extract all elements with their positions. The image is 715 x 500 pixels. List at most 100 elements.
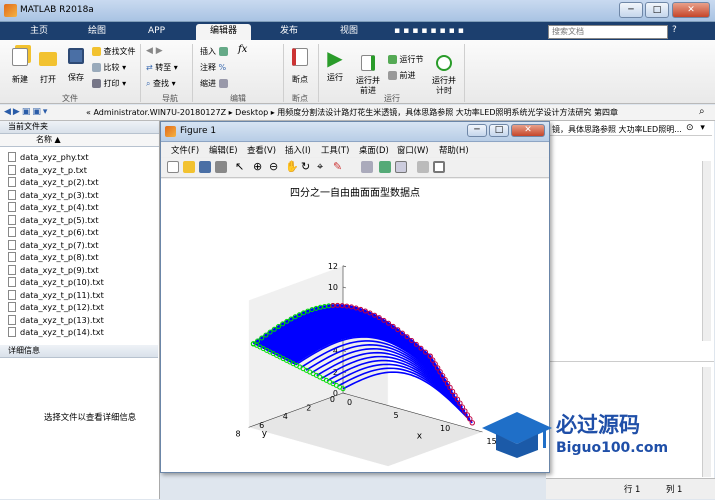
- scrollbar[interactable]: [702, 367, 711, 477]
- file-list-item[interactable]: data_xyz_t_p(7).txt: [8, 239, 99, 252]
- file-list-item[interactable]: data_xyz_t_p(13).txt: [8, 314, 104, 327]
- file-name: data_xyz_phy.txt: [20, 152, 89, 162]
- colorbar-icon[interactable]: [379, 161, 391, 173]
- pointer-icon[interactable]: ↖: [235, 160, 244, 173]
- maximize-button[interactable]: □: [645, 2, 669, 18]
- address-path[interactable]: « Administrator.WIN7U-20180127Z ▸ Deskto…: [86, 107, 686, 118]
- name-column-header[interactable]: 名称 ▲: [0, 134, 159, 147]
- text-file-icon: [8, 314, 16, 325]
- figure-title-bar[interactable]: Figure 1 ─ □ ✕: [161, 122, 549, 142]
- file-name: data_xyz_t_p(12).txt: [20, 302, 104, 312]
- file-list-item[interactable]: data_xyz_t_p(14).txt: [8, 326, 104, 339]
- print-icon[interactable]: [215, 161, 227, 173]
- figure-app-icon: [165, 126, 176, 137]
- brush-icon[interactable]: ✎: [333, 160, 342, 173]
- text-file-icon: [8, 289, 16, 300]
- show-plot-tools-icon[interactable]: [433, 161, 445, 173]
- close-button[interactable]: ✕: [672, 2, 710, 18]
- zoom-out-icon[interactable]: ⊖: [269, 160, 278, 173]
- run-section-icon: [388, 55, 397, 64]
- file-list-item[interactable]: data_xyz_phy.txt: [8, 151, 89, 164]
- file-name: data_xyz_t_p(8).txt: [20, 252, 99, 262]
- file-list-item[interactable]: data_xyz_t_p(8).txt: [8, 251, 99, 264]
- figure-title: Figure 1: [180, 126, 217, 136]
- file-list-item[interactable]: data_xyz_t_p(5).txt: [8, 214, 99, 227]
- link-plot-icon[interactable]: [361, 161, 373, 173]
- file-list-item[interactable]: data_xyz_t_p(3).txt: [8, 189, 99, 202]
- file-list-item[interactable]: data_xyz_t_p(4).txt: [8, 201, 99, 214]
- file-list-item[interactable]: data_xyz_t_p(11).txt: [8, 289, 104, 302]
- rotate-icon[interactable]: ↻: [301, 160, 310, 173]
- menu-desktop[interactable]: 桌面(D): [359, 144, 389, 156]
- legend-icon[interactable]: [395, 161, 407, 173]
- insert-button[interactable]: 插入: [200, 46, 228, 57]
- tab-apps[interactable]: APP: [134, 24, 179, 40]
- tab-plots[interactable]: 绘图: [74, 24, 120, 40]
- tab-view[interactable]: 视图: [326, 24, 372, 40]
- file-name: data_xyz_t_p(4).txt: [20, 202, 99, 212]
- window-title: MATLAB R2018a: [20, 5, 94, 15]
- figure-close-button[interactable]: ✕: [511, 124, 545, 137]
- file-list-item[interactable]: data_xyz_t_p.txt: [8, 164, 87, 177]
- scrollbar[interactable]: [702, 161, 711, 341]
- quick-access-toolbar[interactable]: ▪▪▪▪▪▪▪▪: [394, 26, 544, 37]
- tab-editor[interactable]: 编辑器: [196, 24, 252, 40]
- breakpoints-button[interactable]: 断点: [288, 48, 312, 85]
- hide-plot-tools-icon[interactable]: [417, 161, 429, 173]
- file-list-item[interactable]: data_xyz_t_p(6).txt: [8, 226, 99, 239]
- file-list-item[interactable]: data_xyz_t_p(2).txt: [8, 176, 99, 189]
- find-button[interactable]: ⌕ 查找 ▾: [146, 78, 176, 89]
- advance-button[interactable]: 前进: [388, 70, 416, 81]
- menu-edit[interactable]: 编辑(E): [209, 144, 238, 156]
- group-divider: [318, 44, 319, 102]
- find-files-button[interactable]: 查找文件: [92, 46, 136, 57]
- menu-help[interactable]: 帮助(H): [439, 144, 469, 156]
- menu-view[interactable]: 查看(V): [247, 144, 276, 156]
- search-input[interactable]: 搜索文档: [548, 25, 668, 39]
- run-icon: ▶: [327, 46, 343, 70]
- fx-button[interactable]: fx: [238, 44, 247, 55]
- group-divider: [464, 44, 465, 102]
- zoom-in-icon[interactable]: ⊕: [253, 160, 262, 173]
- comment-button[interactable]: 注释 %: [200, 62, 226, 73]
- search-icon[interactable]: ⌕: [699, 106, 705, 117]
- file-list-item[interactable]: data_xyz_t_p(10).txt: [8, 276, 104, 289]
- group-divider: [192, 44, 193, 102]
- goto-button[interactable]: ⇄ 转至 ▾: [146, 62, 178, 73]
- indent-button[interactable]: 缩进: [200, 78, 228, 89]
- figure-minimize-button[interactable]: ─: [467, 124, 487, 137]
- help-icon[interactable]: ?: [672, 25, 677, 35]
- back-forward-icon[interactable]: ◀ ▶: [146, 46, 163, 56]
- menu-window[interactable]: 窗口(W): [397, 144, 429, 156]
- file-list-item[interactable]: data_xyz_t_p(9).txt: [8, 264, 99, 277]
- tab-home[interactable]: 主页: [16, 24, 62, 40]
- run-time-button[interactable]: 运行并 计时: [428, 46, 460, 105]
- open-button[interactable]: 打开: [36, 48, 60, 85]
- menu-file[interactable]: 文件(F): [171, 144, 199, 156]
- print-button[interactable]: 打印 ▾: [92, 78, 126, 89]
- new-button[interactable]: 新建: [8, 48, 32, 85]
- minimize-button[interactable]: ─: [619, 2, 643, 18]
- breakpoints-label: 断点: [292, 75, 308, 84]
- compare-button[interactable]: 比较 ▾: [92, 62, 126, 73]
- panel-controls-icon[interactable]: ⊙ ▾: [686, 123, 707, 133]
- save-button[interactable]: 保存: [64, 48, 88, 83]
- y-tick-label: 2: [306, 404, 311, 413]
- file-name: data_xyz_t_p(9).txt: [20, 264, 99, 275]
- pan-icon[interactable]: ✋: [285, 160, 299, 173]
- tab-publish[interactable]: 发布: [266, 24, 312, 40]
- menu-tools[interactable]: 工具(T): [321, 144, 349, 156]
- data-cursor-icon[interactable]: ⌖: [317, 160, 323, 174]
- text-file-icon: [8, 327, 16, 337]
- figure-maximize-button[interactable]: □: [489, 124, 509, 137]
- title-bar: MATLAB R2018a ─ □ ✕: [0, 0, 715, 22]
- navigation-arrows-icon[interactable]: ◀▶▣▣▾: [4, 107, 49, 117]
- find-files-label: 查找文件: [103, 47, 136, 56]
- menu-insert[interactable]: 插入(I): [285, 144, 311, 156]
- run-button[interactable]: ▶ 运行: [322, 48, 348, 83]
- open-icon[interactable]: [183, 161, 195, 173]
- run-section-button[interactable]: 运行节: [388, 54, 424, 65]
- new-figure-icon[interactable]: [167, 161, 179, 173]
- save-icon[interactable]: [199, 161, 211, 173]
- file-list-item[interactable]: data_xyz_t_p(12).txt: [8, 301, 104, 314]
